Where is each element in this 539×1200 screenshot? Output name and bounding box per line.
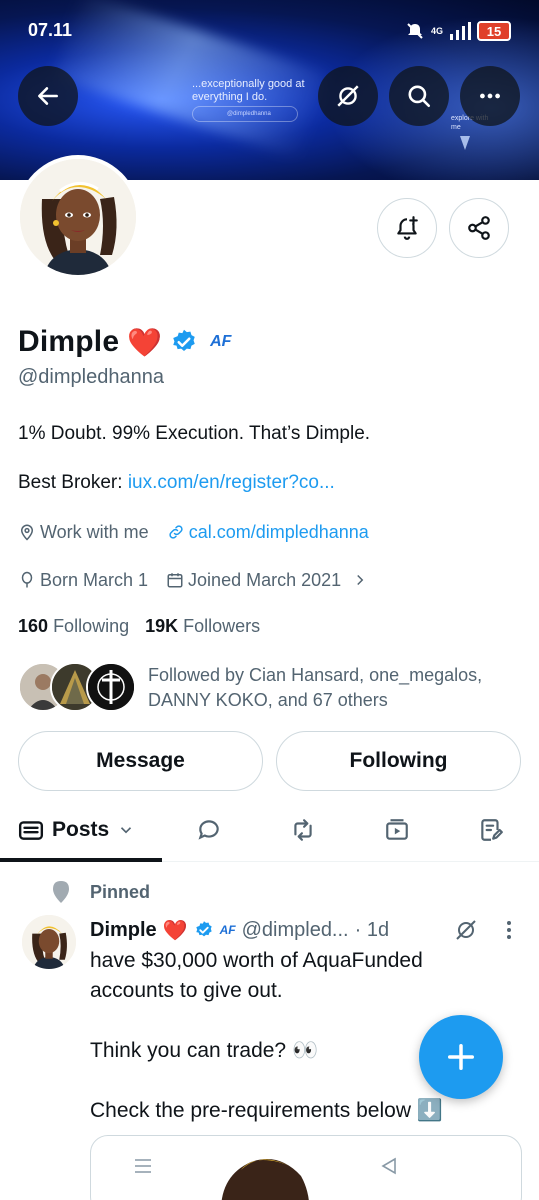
tab-replies[interactable] xyxy=(193,800,225,860)
status-icons: 4G 15 xyxy=(405,20,511,42)
back-arrow-icon xyxy=(38,87,58,105)
bell-plus-icon xyxy=(397,216,418,240)
profile-name-row: Dimple ❤️ AF xyxy=(18,320,231,364)
back-triangle-icon xyxy=(381,1157,396,1175)
tab-posts-label: Posts xyxy=(52,818,110,841)
post-author-handle[interactable]: @dimpled... xyxy=(242,919,349,942)
banner-tagline: ...exceptionally good at everything I do… xyxy=(192,78,305,103)
following-button[interactable]: Following xyxy=(276,731,521,791)
affiliate-badge[interactable]: AF xyxy=(210,333,231,351)
followed-by-avatars[interactable] xyxy=(18,660,138,714)
pin-icon xyxy=(53,881,69,903)
link-icon xyxy=(169,525,183,539)
following-label: Following xyxy=(53,616,130,636)
post-author-name[interactable]: Dimple xyxy=(90,919,157,942)
banner-explore-arrow xyxy=(460,136,470,150)
search-icon xyxy=(408,85,431,108)
post-affiliate-badge: AF xyxy=(219,923,236,937)
battery-indicator: 15 xyxy=(477,21,511,41)
profile-location: Work with me xyxy=(18,522,149,543)
followed-by-text[interactable]: Followed by Cian Hansard, one_megalos, D… xyxy=(148,663,518,713)
location-icon xyxy=(20,524,34,541)
avatar-illustration xyxy=(20,159,136,275)
profile-meta-row-1: Work with me cal.com/dimpledhanna xyxy=(18,519,387,545)
article-icon xyxy=(481,819,503,841)
posts-icon xyxy=(18,821,44,840)
notify-button[interactable] xyxy=(377,198,437,258)
tab-articles[interactable] xyxy=(475,800,507,860)
tab-videos[interactable] xyxy=(381,800,413,860)
profile-birthday: Born March 1 xyxy=(18,570,148,591)
calendar-icon xyxy=(167,573,183,588)
pinned-label: Pinned xyxy=(90,882,151,902)
website-link[interactable]: cal.com/dimpledhanna xyxy=(189,522,369,543)
tab-reposts[interactable] xyxy=(287,800,319,860)
tab-active-indicator xyxy=(0,858,162,862)
grok-button[interactable] xyxy=(318,66,378,126)
profile-joined[interactable]: Joined March 2021 xyxy=(166,570,369,591)
mute-icon xyxy=(407,23,423,39)
post-media[interactable] xyxy=(90,1135,522,1200)
post-header: Dimple ❤️ AF @dimpled... · 1d xyxy=(90,916,389,944)
profile-website[interactable]: cal.com/dimpledhanna xyxy=(167,522,369,543)
broker-label: Best Broker: xyxy=(18,472,123,493)
share-icon xyxy=(468,216,490,240)
post-timestamp[interactable]: · 1d xyxy=(355,919,389,942)
verified-icon[interactable] xyxy=(170,328,198,356)
back-button[interactable] xyxy=(18,66,78,126)
grok-icon[interactable] xyxy=(454,918,478,942)
banner-handle-pill: @dimpledhanna xyxy=(192,106,298,122)
post-more-icon[interactable] xyxy=(499,918,519,942)
network-type: 4G xyxy=(430,25,443,36)
profile-name: Dimple xyxy=(18,325,120,358)
chevron-down-icon xyxy=(121,827,132,834)
more-button[interactable] xyxy=(460,66,520,126)
compose-button[interactable] xyxy=(419,1015,503,1099)
profile-handle: @dimpledhanna xyxy=(18,366,164,388)
balloon-icon xyxy=(21,571,33,588)
following-stat[interactable]: 160 Following xyxy=(18,616,129,637)
broker-link[interactable]: iux.com/en/register?co... xyxy=(128,472,335,493)
location-text: Work with me xyxy=(40,521,149,542)
repost-icon xyxy=(294,819,312,841)
video-icon xyxy=(386,819,408,840)
share-button[interactable] xyxy=(449,198,509,258)
profile-avatar[interactable] xyxy=(16,155,140,279)
status-time: 07.11 xyxy=(28,20,73,40)
profile-broker-line: Best Broker: iux.com/en/register?co... xyxy=(18,472,335,494)
media-illustration xyxy=(221,1159,309,1200)
plus-icon xyxy=(448,1044,474,1070)
birthday-text: Born March 1 xyxy=(40,569,149,590)
profile-bio: 1% Doubt. 99% Execution. That’s Dimple. xyxy=(18,423,371,444)
heart-emoji: ❤️ xyxy=(127,326,163,358)
post-author-avatar[interactable] xyxy=(22,915,76,969)
joined-text: Joined March 2021 xyxy=(188,569,342,590)
post-heart-emoji: ❤️ xyxy=(162,919,188,942)
followers-stat[interactable]: 19K Followers xyxy=(145,616,260,637)
tab-posts[interactable]: Posts xyxy=(18,800,135,860)
menu-icon xyxy=(135,1159,151,1173)
profile-meta-row-2: Born March 1 Joined March 2021 xyxy=(18,567,387,593)
follow-stats: 160 Following 19K Followers xyxy=(18,616,260,637)
message-button[interactable]: Message xyxy=(18,731,263,791)
followers-count: 19K xyxy=(145,616,179,636)
grok-icon xyxy=(337,85,359,107)
chat-bubble-icon xyxy=(198,820,219,840)
followers-label: Followers xyxy=(183,616,261,636)
more-icon xyxy=(480,93,500,99)
verified-icon xyxy=(195,921,212,937)
profile-tabs: Posts xyxy=(0,800,539,862)
following-count: 160 xyxy=(18,616,49,636)
follower-avatar xyxy=(86,662,136,712)
chevron-right-icon xyxy=(357,574,364,586)
signal-icon xyxy=(450,22,471,40)
search-button[interactable] xyxy=(389,66,449,126)
